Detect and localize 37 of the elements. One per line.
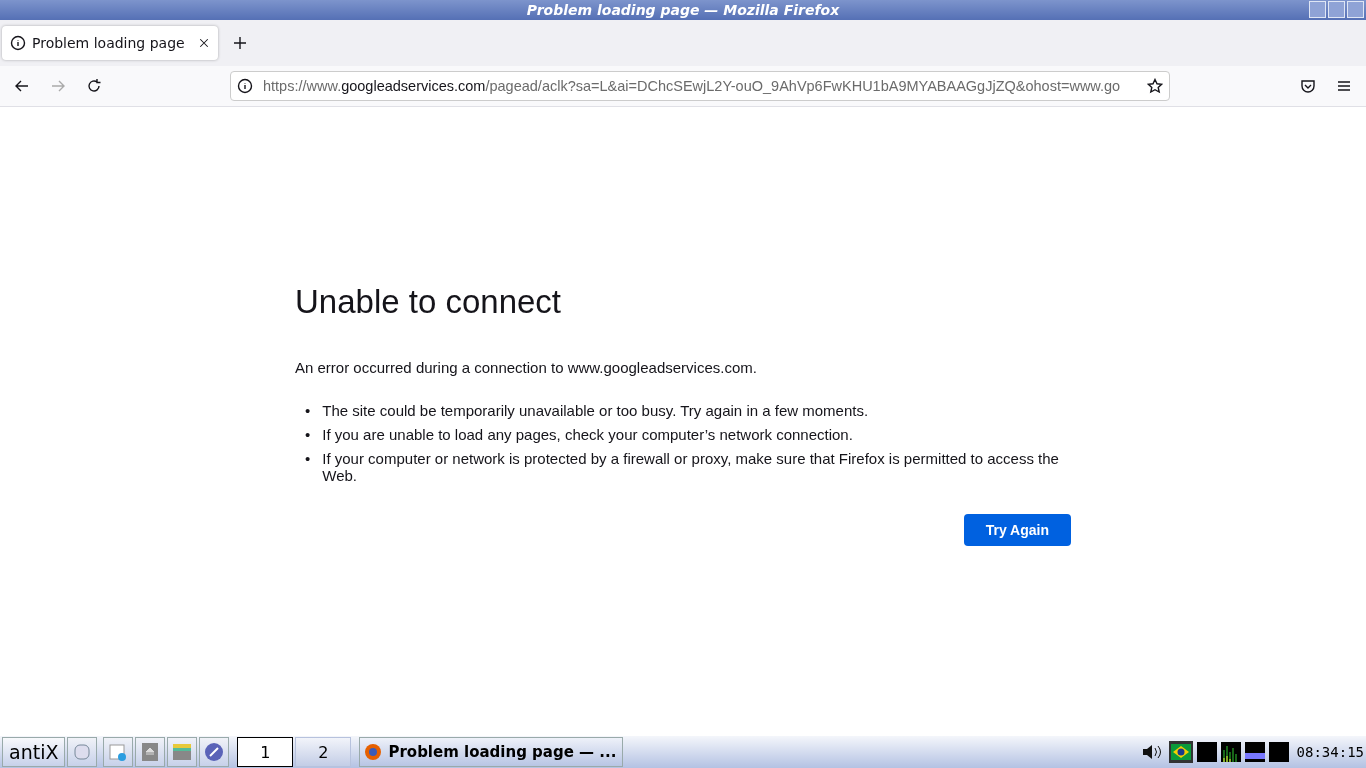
tip-text: If you are unable to load any pages, check your computer’s network connection. [322, 426, 854, 443]
tab-title: Problem loading page [32, 35, 186, 51]
bullet: • [305, 450, 311, 467]
address-field[interactable]: https://www.googleadservices.com/pagead/aclk?sa=L&ai=DChcSEwjL2Y-ouO_9AhVp6FwKHU1bA9MYABAAGgJjZQ&ohost=www.go [230, 71, 1170, 101]
network-graph-icon[interactable] [1268, 742, 1289, 762]
browser-tab[interactable]: Problem loading page [2, 26, 218, 60]
start-menu-button[interactable]: antiX [2, 737, 66, 767]
bullet: • [305, 402, 311, 419]
plus-icon [232, 35, 248, 51]
error-title: Unable to connect [295, 283, 562, 321]
cpu-graph-icon[interactable] [1220, 742, 1241, 762]
flag-icon[interactable] [1168, 741, 1193, 763]
firefox-icon [364, 743, 383, 761]
try-again-button[interactable]: Try Again [963, 514, 1071, 546]
memory-graph-icon[interactable] [1244, 742, 1265, 762]
eject-icon[interactable] [135, 737, 166, 767]
forward-arrow-icon [50, 78, 66, 94]
clock: 08:34:15 [1296, 744, 1364, 760]
window-title: Problem loading page — Mozilla Firefox [526, 2, 840, 18]
bullet: • [305, 426, 311, 443]
error-message: An error occurred during a connection to www.googleadservices.com. [295, 359, 758, 376]
star-icon[interactable] [1147, 78, 1163, 94]
back-arrow-icon [14, 78, 30, 94]
file-cabinet-icon[interactable] [167, 737, 198, 767]
compass-icon[interactable] [199, 737, 230, 767]
workspace-button[interactable]: 2 [295, 737, 352, 767]
info-icon [237, 78, 253, 94]
taskbar-window-button[interactable]: Problem loading page — ... [359, 737, 624, 767]
info-icon [10, 35, 26, 51]
workspace-button[interactable]: 1 [237, 737, 294, 767]
download-icon[interactable] [103, 737, 134, 767]
close-icon[interactable] [198, 37, 210, 49]
reload-icon [86, 78, 102, 94]
tip-text: If your computer or network is protected by a firewall or proxy, make sure that Firefox is permitted to access the Web. [322, 450, 1060, 484]
tip-text: The site could be temporarily unavailable or too busy. Try again in a few moments. [322, 402, 870, 419]
url-text: https://www.googleadservices.com/pagead/aclk?sa=L&ai=DChcSEwjL2Y-ouO_9AhVp6FwKHU1bA9MYABAAGgJjZQ&ohost=www.go [263, 78, 1122, 94]
tray-monitor-icon[interactable] [1196, 742, 1217, 762]
